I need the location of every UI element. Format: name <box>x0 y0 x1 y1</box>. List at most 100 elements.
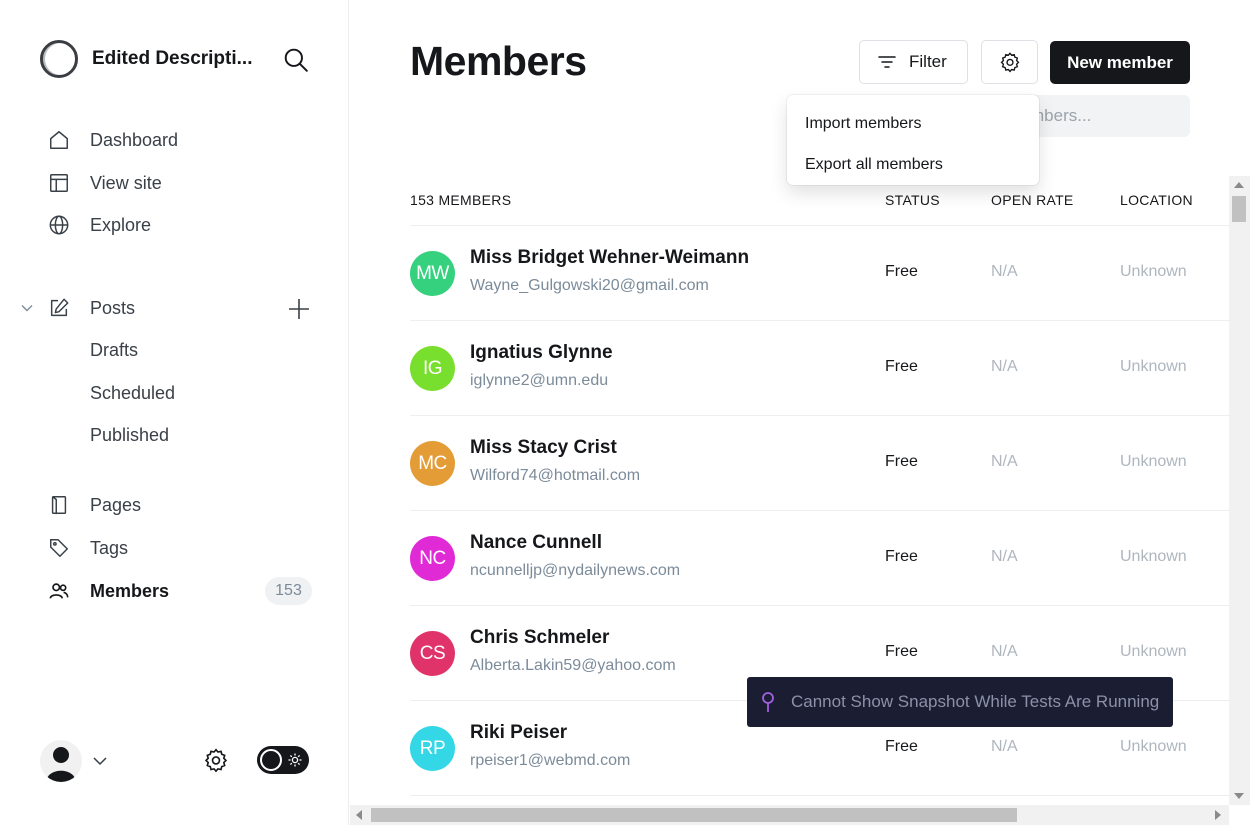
sidebar: Edited Descripti... Dashboard View site … <box>0 0 349 825</box>
snapshot-tooltip: Cannot Show Snapshot While Tests Are Run… <box>747 677 1173 727</box>
nav-view-site[interactable]: View site <box>48 168 162 198</box>
vertical-scroll-thumb[interactable] <box>1232 196 1246 222</box>
members-count-badge: 153 <box>265 577 312 605</box>
scroll-right-arrow-icon[interactable] <box>1215 810 1221 820</box>
vertical-scrollbar[interactable] <box>1229 176 1250 805</box>
member-avatar: RP <box>410 726 455 771</box>
member-avatar: CS <box>410 631 455 676</box>
member-name: Miss Stacy Crist <box>470 437 617 458</box>
member-open-rate: N/A <box>991 738 1018 755</box>
site-title: Edited Descripti... <box>92 48 253 69</box>
member-email: iglynne2@umn.edu <box>470 372 609 389</box>
nav-pages[interactable]: Pages <box>48 490 141 520</box>
sun-icon <box>288 753 302 767</box>
member-name: Ignatius Glynne <box>470 342 613 363</box>
member-avatar: NC <box>410 536 455 581</box>
member-status: Free <box>885 263 918 280</box>
new-member-button[interactable]: New member <box>1050 41 1190 84</box>
export-members-item[interactable]: Export all members <box>787 144 1039 185</box>
member-avatar: MC <box>410 441 455 486</box>
nav-tags[interactable]: Tags <box>48 533 128 563</box>
filter-button-label: Filter <box>909 52 947 71</box>
chevron-down-icon[interactable] <box>20 301 34 315</box>
import-members-item[interactable]: Import members <box>787 103 1039 144</box>
home-icon <box>48 129 70 151</box>
gear-icon <box>1000 52 1019 73</box>
member-name: Miss Bridget Wehner-Weimann <box>470 247 750 268</box>
site-logo-icon <box>40 40 78 78</box>
member-location: Unknown <box>1120 263 1187 280</box>
member-status: Free <box>885 548 918 565</box>
nav-published[interactable]: Published <box>90 425 169 446</box>
members-settings-button[interactable] <box>981 40 1038 84</box>
globe-icon <box>48 214 70 236</box>
layout-icon <box>48 172 70 194</box>
nav-posts[interactable]: Posts <box>48 293 135 323</box>
scroll-down-arrow-icon[interactable] <box>1234 793 1244 799</box>
member-email: Alberta.Lakin59@yahoo.com <box>470 657 676 674</box>
member-location: Unknown <box>1120 643 1187 660</box>
member-open-rate: N/A <box>991 453 1018 470</box>
nav-dashboard-label: Dashboard <box>90 129 179 150</box>
brand[interactable]: Edited Descripti... <box>40 40 262 78</box>
nav-drafts[interactable]: Drafts <box>90 340 138 361</box>
filter-icon <box>878 56 896 68</box>
page-icon <box>48 494 70 516</box>
nav-pages-label: Pages <box>90 494 142 515</box>
page-title: Members <box>410 38 587 84</box>
member-status: Free <box>885 738 918 755</box>
member-location: Unknown <box>1120 453 1187 470</box>
nav-members[interactable]: Members <box>48 576 169 606</box>
snapshot-message: Cannot Show Snapshot While Tests Are Run… <box>791 692 1160 711</box>
scroll-up-arrow-icon[interactable] <box>1234 182 1244 188</box>
member-location: Unknown <box>1120 548 1187 565</box>
member-location: Unknown <box>1120 358 1187 375</box>
nav-dashboard[interactable]: Dashboard <box>48 125 178 155</box>
search-icon[interactable] <box>283 47 309 73</box>
toggle-knob <box>260 749 282 771</box>
theme-toggle[interactable] <box>257 746 309 774</box>
search-placeholder: mbers... <box>1030 106 1092 125</box>
column-location[interactable]: LOCATION <box>1120 192 1193 208</box>
tag-icon <box>48 537 70 559</box>
member-status: Free <box>885 453 918 470</box>
user-avatar[interactable] <box>40 740 82 782</box>
member-open-rate: N/A <box>991 358 1018 375</box>
member-status: Free <box>885 358 918 375</box>
member-email: rpeiser1@webmd.com <box>470 752 631 769</box>
nav-members-label: Members <box>90 580 170 601</box>
member-status: Free <box>885 643 918 660</box>
horizontal-scrollbar[interactable] <box>350 805 1229 825</box>
table-row[interactable]: MC Miss Stacy Crist Wilford74@hotmail.com F… <box>410 416 1229 511</box>
members-icon <box>48 580 70 602</box>
member-email: ncunnelljp@nydailynews.com <box>470 562 681 579</box>
member-avatar: IG <box>410 346 455 391</box>
column-open-rate[interactable]: OPEN RATE <box>991 192 1074 208</box>
member-name: Chris Schmeler <box>470 627 610 648</box>
column-members[interactable]: 153 MEMBERS <box>410 192 511 208</box>
user-icon <box>46 747 76 782</box>
filter-button[interactable]: Filter <box>859 40 968 84</box>
member-email: Wilford74@hotmail.com <box>470 467 641 484</box>
table-row[interactable]: MW Miss Bridget Wehner-Weimann Wayne_Gulgo… <box>410 226 1229 321</box>
member-name: Riki Peiser <box>470 722 568 743</box>
edit-icon <box>48 297 70 319</box>
member-avatar: MW <box>410 251 455 296</box>
member-open-rate: N/A <box>991 548 1018 565</box>
plus-icon[interactable] <box>287 297 311 321</box>
member-open-rate: N/A <box>991 643 1018 660</box>
table-row[interactable]: IG Ignatius Glynne iglynne2@umn.edu Free N/A… <box>410 321 1229 416</box>
column-status[interactable]: STATUS <box>885 192 940 208</box>
settings-gear-icon[interactable] <box>203 747 229 773</box>
nav-tags-label: Tags <box>90 537 129 558</box>
pin-icon <box>762 692 774 712</box>
member-open-rate: N/A <box>991 263 1018 280</box>
member-location: Unknown <box>1120 738 1187 755</box>
nav-explore[interactable]: Explore <box>48 210 151 240</box>
table-row[interactable]: NC Nance Cunnell ncunnelljp@nydailynews.co… <box>410 511 1229 606</box>
horizontal-scroll-thumb[interactable] <box>371 808 1017 822</box>
scroll-left-arrow-icon[interactable] <box>356 810 362 820</box>
member-name: Nance Cunnell <box>470 532 602 553</box>
nav-scheduled[interactable]: Scheduled <box>90 383 175 404</box>
chevron-down-icon[interactable] <box>92 753 108 769</box>
